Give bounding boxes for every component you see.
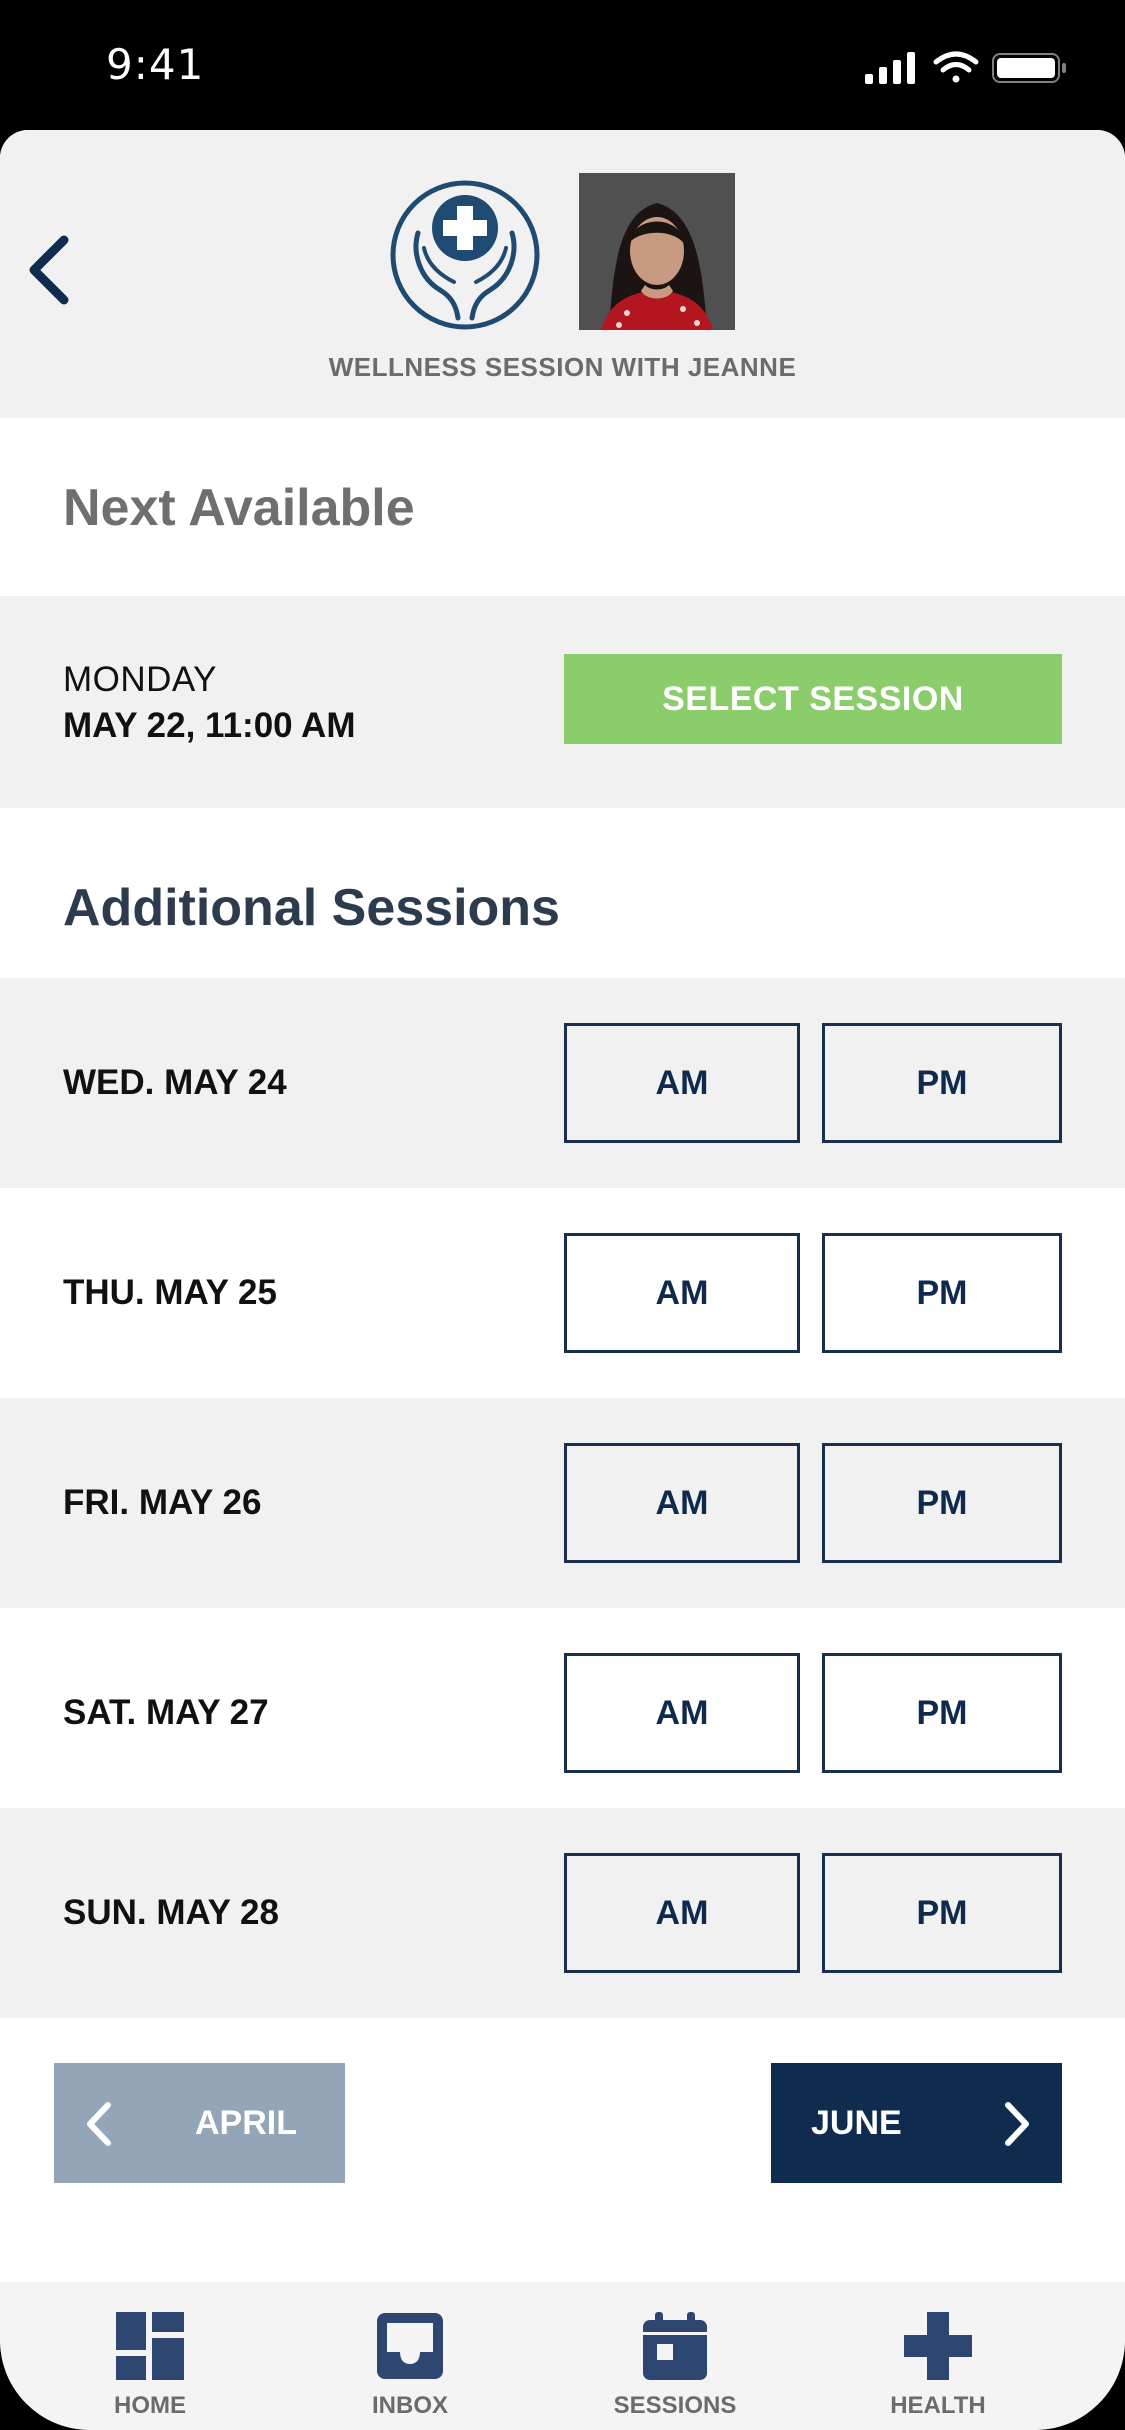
pm-slot-button[interactable]: PM bbox=[822, 1853, 1062, 1973]
tab-health[interactable]: HEALTH bbox=[838, 2282, 1038, 2430]
dashboard-icon bbox=[116, 2312, 184, 2380]
session-day-label: WED. MAY 24 bbox=[63, 1063, 287, 1102]
previous-month-label: APRIL bbox=[195, 2104, 297, 2142]
session-day-row: THU. MAY 25 AM PM bbox=[0, 1188, 1125, 1398]
pm-slot-button[interactable]: PM bbox=[822, 1023, 1062, 1143]
next-available-day: MONDAY bbox=[63, 660, 218, 699]
am-slot-button[interactable]: AM bbox=[564, 1653, 800, 1773]
inbox-icon bbox=[377, 2313, 443, 2379]
previous-month-button[interactable]: APRIL bbox=[54, 2063, 345, 2183]
page-title: WELLNESS SESSION WITH JEANNE bbox=[328, 352, 797, 382]
session-day-row: SAT. MAY 27 AM PM bbox=[0, 1608, 1125, 1818]
tab-bar: HOME INBOX SESSIONS HEALTH bbox=[0, 2282, 1125, 2430]
session-day-row: SUN. MAY 28 AM PM bbox=[0, 1808, 1125, 2018]
tab-health-label: HEALTH bbox=[890, 2392, 986, 2419]
next-available-section: Next Available bbox=[0, 418, 1125, 596]
tab-sessions-label: SESSIONS bbox=[613, 2392, 737, 2419]
am-slot-button[interactable]: AM bbox=[564, 1853, 800, 1973]
session-day-label: SUN. MAY 28 bbox=[63, 1893, 279, 1932]
avatar bbox=[579, 173, 735, 330]
session-day-label: FRI. MAY 26 bbox=[63, 1483, 262, 1522]
calendar-icon bbox=[643, 2312, 707, 2380]
am-slot-button[interactable]: AM bbox=[564, 1443, 800, 1563]
pm-slot-button[interactable]: PM bbox=[822, 1443, 1062, 1563]
status-icons bbox=[865, 51, 1066, 84]
tab-home-label: HOME bbox=[114, 2392, 186, 2419]
am-slot-button[interactable]: AM bbox=[564, 1233, 800, 1353]
tab-inbox-label: INBOX bbox=[371, 2392, 448, 2419]
pm-slot-button[interactable]: PM bbox=[822, 1653, 1062, 1773]
additional-sessions-section: Additional Sessions bbox=[0, 808, 1125, 978]
battery-icon bbox=[992, 53, 1066, 83]
pm-slot-button[interactable]: PM bbox=[822, 1233, 1062, 1353]
next-month-button[interactable]: JUNE bbox=[771, 2063, 1062, 2183]
wifi-icon bbox=[933, 51, 979, 83]
month-navigation: APRIL JUNE bbox=[0, 2018, 1125, 2218]
status-time: 9:41 bbox=[106, 40, 205, 89]
cellular-signal-icon bbox=[865, 52, 915, 84]
next-month-label: JUNE bbox=[811, 2104, 902, 2142]
select-session-button[interactable]: SELECT SESSION bbox=[564, 654, 1062, 744]
am-slot-button[interactable]: AM bbox=[564, 1023, 800, 1143]
next-available-date: MAY 22, 11:00 AM bbox=[63, 706, 356, 745]
session-day-row: WED. MAY 24 AM PM bbox=[0, 978, 1125, 1188]
tab-inbox[interactable]: INBOX bbox=[310, 2282, 510, 2430]
session-day-label: THU. MAY 25 bbox=[63, 1273, 277, 1312]
session-day-label: SAT. MAY 27 bbox=[63, 1693, 269, 1732]
next-available-heading: Next Available bbox=[63, 479, 415, 537]
chevron-right-icon bbox=[1005, 2102, 1029, 2146]
chevron-left-icon bbox=[87, 2102, 111, 2146]
hands-medical-cross-icon bbox=[390, 180, 540, 330]
tab-sessions[interactable]: SESSIONS bbox=[575, 2282, 775, 2430]
additional-sessions-heading: Additional Sessions bbox=[63, 879, 560, 937]
medical-cross-icon bbox=[904, 2312, 972, 2380]
session-day-row: FRI. MAY 26 AM PM bbox=[0, 1398, 1125, 1608]
back-chevron-icon[interactable] bbox=[20, 230, 76, 310]
header: WELLNESS SESSION WITH JEANNE bbox=[0, 130, 1125, 418]
session-scheduler-screen: WELLNESS SESSION WITH JEANNE Next Availa… bbox=[0, 130, 1125, 2430]
status-bar: 9:41 bbox=[0, 0, 1125, 130]
tab-home[interactable]: HOME bbox=[50, 2282, 250, 2430]
